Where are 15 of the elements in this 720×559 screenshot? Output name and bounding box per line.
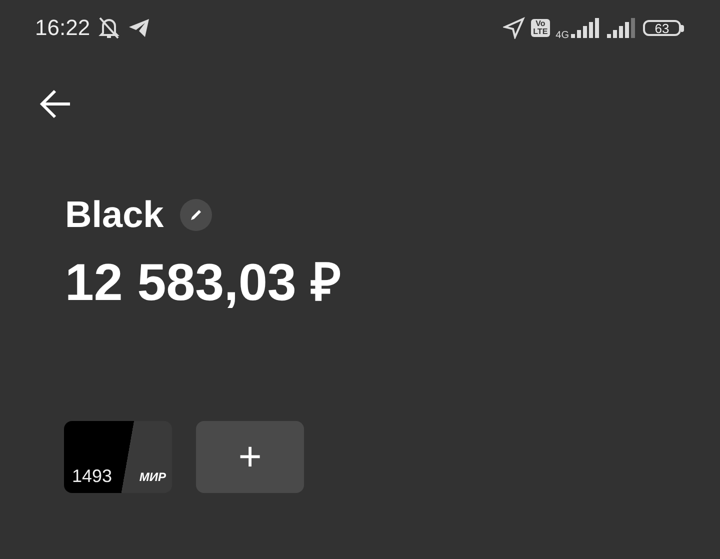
account-name: Black xyxy=(65,194,164,236)
signal-icon xyxy=(571,18,601,38)
network-type: 4G xyxy=(556,30,569,40)
add-card-button[interactable]: + xyxy=(196,421,304,493)
volte-badge: Vo LTE xyxy=(531,19,550,37)
paper-plane-icon xyxy=(128,18,150,38)
location-arrow-icon xyxy=(503,17,526,39)
account-balance: 12 583,03 ₽ xyxy=(65,253,342,314)
bell-off-icon xyxy=(98,16,120,40)
pencil-icon xyxy=(188,208,203,222)
bank-card[interactable]: 1493 МИР xyxy=(64,421,172,493)
battery-level: 63 xyxy=(643,20,681,36)
signal-icon xyxy=(607,18,637,38)
status-time: 16:22 xyxy=(35,15,90,41)
edit-button[interactable] xyxy=(180,199,212,231)
